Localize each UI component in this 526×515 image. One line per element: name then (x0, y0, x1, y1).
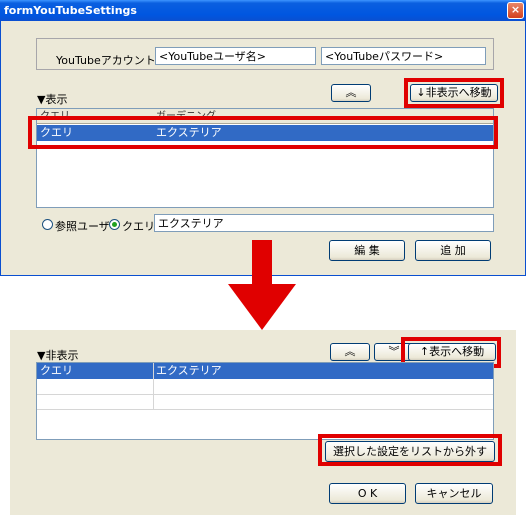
hidden-move-up-button[interactable]: ︽ (330, 343, 370, 361)
row-value: エクステリア (156, 364, 222, 377)
window-title: formYouTubeSettings (4, 4, 137, 17)
username-field[interactable]: <YouTubeユーザ名> (155, 47, 316, 65)
edit-button[interactable]: 編 集 (329, 240, 405, 261)
move-up-button[interactable]: ︽ (331, 84, 371, 102)
row-type: クエリ (40, 364, 73, 377)
account-label: YouTubeアカウント (56, 54, 156, 67)
table-row[interactable]: クエリ エクステリア (37, 363, 493, 379)
title-bar[interactable]: formYouTubeSettings × (0, 0, 526, 21)
highlight-selected-row (28, 116, 498, 149)
visible-section-header: ▼表示 (37, 93, 68, 106)
highlight-move-hidden (404, 78, 504, 108)
radio-reference-user[interactable] (42, 219, 53, 230)
highlight-remove-button (318, 434, 502, 466)
grid-line (37, 394, 493, 395)
hidden-section-header: ▼非表示 (37, 349, 79, 362)
grid-line (37, 409, 493, 410)
ok-button[interactable]: O K (329, 483, 406, 504)
radio-reference-user-label: 参照ユーザ (55, 220, 110, 233)
close-icon[interactable]: × (507, 2, 524, 19)
cancel-button[interactable]: キャンセル (415, 483, 493, 504)
password-field[interactable]: <YouTubeパスワード> (321, 47, 486, 65)
hidden-list[interactable]: クエリ エクステリア (36, 362, 494, 440)
add-button[interactable]: 追 加 (415, 240, 491, 261)
radio-query[interactable] (109, 219, 120, 230)
grid-line (153, 363, 154, 409)
query-input[interactable]: エクステリア (154, 214, 494, 232)
down-arrow-icon (228, 240, 296, 330)
radio-query-label: クエリ (122, 220, 155, 233)
